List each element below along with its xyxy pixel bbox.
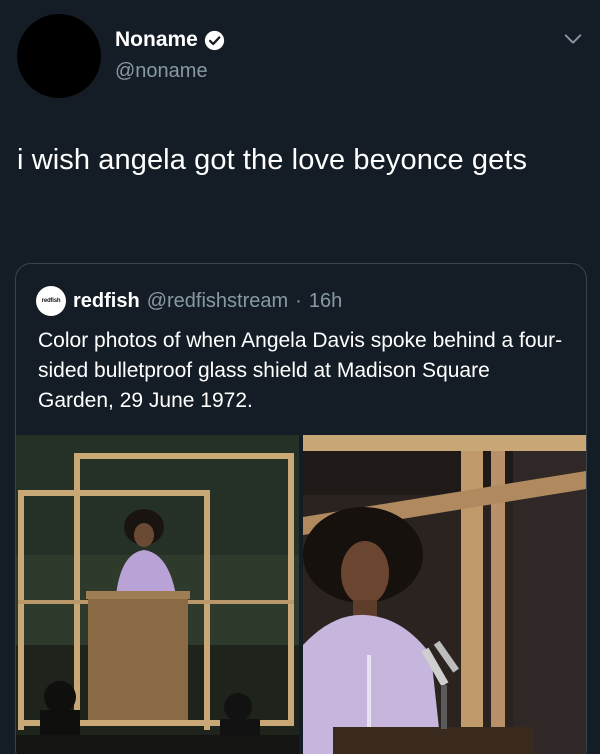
quoted-author-avatar[interactable]: redfish [36,286,66,316]
author-display-name[interactable]: Noname [115,28,198,52]
photo-wide-shot[interactable] [16,435,299,754]
verified-badge-icon [204,30,225,51]
quoted-tweet-header: redfish redfish @redfishstream · 16h [36,286,342,316]
author-name-row: Noname [115,28,225,52]
quoted-tweet-media [16,435,586,754]
quoted-author-handle[interactable]: @redfishstream [147,290,288,313]
photo-close-up[interactable] [303,435,586,754]
quoted-tweet[interactable]: redfish redfish @redfishstream · 16h Col… [15,263,587,754]
author-avatar[interactable] [17,14,101,98]
chevron-down-icon[interactable] [562,28,584,50]
separator-dot: · [295,289,302,312]
quoted-tweet-time[interactable]: 16h [309,290,342,313]
quoted-tweet-text: Color photos of when Angela Davis spoke … [38,329,563,412]
quoted-author-name[interactable]: redfish [73,290,140,313]
author-handle[interactable]: @noname [115,60,208,83]
tweet-card: Noname @noname i wish angela got the lov… [0,0,600,754]
tweet-text: i wish angela got the love beyonce gets [17,144,528,176]
